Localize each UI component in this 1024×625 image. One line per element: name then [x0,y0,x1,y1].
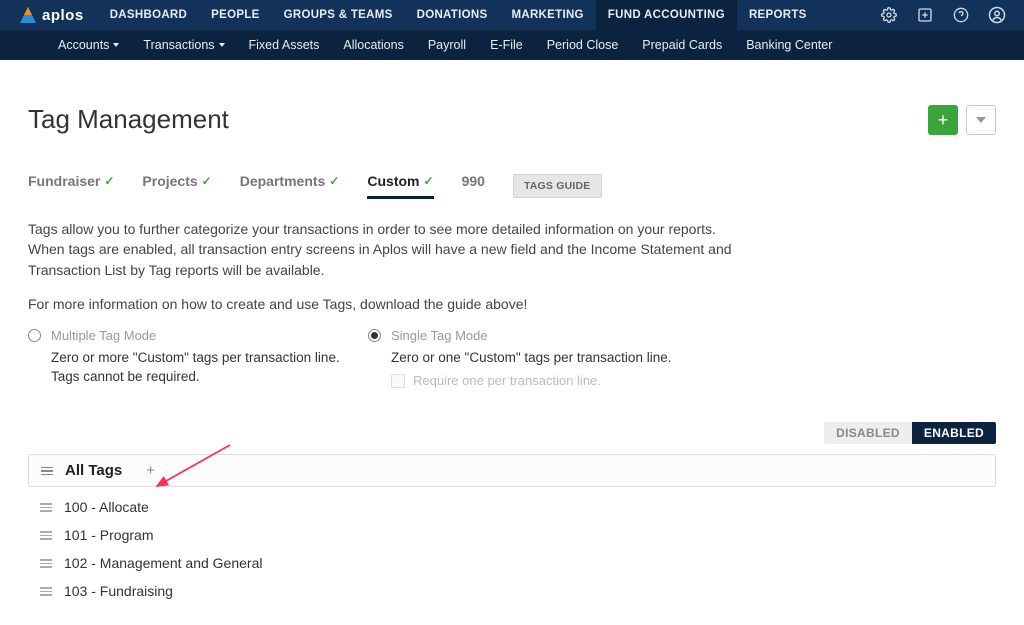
nav-item-reports[interactable]: REPORTS [737,0,819,30]
tab-990[interactable]: 990 [462,173,485,199]
nav-item-fund-accounting[interactable]: FUND ACCOUNTING [596,0,737,30]
check-icon: ✓ [202,174,212,188]
subnav-period-close[interactable]: Period Close [535,38,631,52]
add-button[interactable]: + [928,105,958,135]
subnav-accounts[interactable]: Accounts [46,38,131,52]
subnav-transactions[interactable]: Transactions [131,38,236,52]
subnav-banking-center[interactable]: Banking Center [734,38,844,52]
subnav-fixed-assets[interactable]: Fixed Assets [237,38,332,52]
subnav-efile[interactable]: E-File [478,38,535,52]
description-paragraph-1: Tags allow you to further categorize you… [28,219,748,280]
tag-label: 100 - Allocate [64,499,149,515]
caret-down-icon [976,117,986,123]
nav-item-donations[interactable]: DONATIONS [405,0,500,30]
nav-right [880,6,1012,24]
single-mode-radio[interactable]: Single Tag Mode [368,328,708,343]
caret-down-icon [113,43,119,47]
tag-row[interactable]: 100 - Allocate [40,493,996,521]
tags-guide-button[interactable]: TAGS GUIDE [513,174,602,198]
tag-row[interactable]: 101 - Program [40,521,996,549]
description: Tags allow you to further categorize you… [28,219,748,314]
header-actions: + [928,105,996,135]
subnav-allocations[interactable]: Allocations [331,38,415,52]
drag-handle-icon[interactable] [40,559,52,568]
subnav: Accounts Transactions Fixed Assets Alloc… [0,30,1024,60]
logo-text: aplos [42,7,84,24]
topbar: aplos DASHBOARD PEOPLE GROUPS & TEAMS DO… [0,0,1024,30]
status-disabled-button[interactable]: DISABLED [824,422,912,444]
tag-mode-row: Multiple Tag Mode Zero or more "Custom" … [28,328,996,390]
tag-panel-header: All Tags + [28,454,996,487]
tag-row[interactable]: 103 - Fundraising [40,577,996,605]
page-header: Tag Management + [28,104,996,135]
drag-handle-icon[interactable] [40,503,52,512]
account-icon[interactable] [988,6,1006,24]
radio-icon [28,329,41,342]
single-mode-label: Single Tag Mode [391,328,488,343]
multiple-mode-sub: Zero or more "Custom" tags per transacti… [51,349,368,387]
tag-row[interactable]: 102 - Management and General [40,549,996,577]
drag-handle-icon[interactable] [41,467,53,476]
caret-down-icon [219,43,225,47]
add-tag-button[interactable]: + [146,462,155,479]
help-icon[interactable] [952,6,970,24]
single-mode-sub: Zero or one "Custom" tags per transactio… [391,349,708,390]
tab-fundraiser[interactable]: Fundraiser✓ [28,173,114,199]
checkbox-icon [391,374,405,388]
add-square-icon[interactable] [916,6,934,24]
logo-icon [18,5,38,25]
settings-icon[interactable] [880,6,898,24]
tag-label: 101 - Program [64,527,153,543]
require-row[interactable]: Require one per transaction line. [391,372,708,390]
logo[interactable]: aplos [18,5,84,25]
page: Tag Management + Fundraiser✓ Projects✓ D… [0,60,1024,625]
page-title: Tag Management [28,104,229,135]
single-mode-col: Single Tag Mode Zero or one "Custom" tag… [368,328,708,390]
tag-label: 103 - Fundraising [64,583,173,599]
subnav-payroll[interactable]: Payroll [416,38,478,52]
nav-item-groups[interactable]: GROUPS & TEAMS [272,0,405,30]
check-icon: ✓ [104,174,114,188]
more-actions-button[interactable] [966,105,996,135]
drag-handle-icon[interactable] [40,587,52,596]
tab-custom[interactable]: Custom✓ [367,173,433,199]
tag-panel: All Tags + 100 - Allocate 101 - Program … [28,454,996,605]
tab-departments[interactable]: Departments✓ [240,173,340,199]
multiple-mode-label: Multiple Tag Mode [51,328,156,343]
drag-handle-icon[interactable] [40,531,52,540]
radio-icon-checked [368,329,381,342]
status-toggle: DISABLED ENABLED [28,422,996,444]
tabs: Fundraiser✓ Projects✓ Departments✓ Custo… [28,173,996,199]
description-paragraph-2: For more information on how to create an… [28,294,748,314]
tag-label: 102 - Management and General [64,555,262,571]
check-icon: ✓ [329,174,339,188]
nav-item-people[interactable]: PEOPLE [199,0,271,30]
require-label: Require one per transaction line. [413,372,601,390]
nav-item-marketing[interactable]: MARKETING [499,0,595,30]
check-icon: ✓ [424,174,434,188]
subnav-prepaid-cards[interactable]: Prepaid Cards [630,38,734,52]
tab-projects[interactable]: Projects✓ [142,173,211,199]
panel-title: All Tags [65,462,122,479]
multiple-mode-radio[interactable]: Multiple Tag Mode [28,328,368,343]
multiple-mode-col: Multiple Tag Mode Zero or more "Custom" … [28,328,368,390]
tag-list: 100 - Allocate 101 - Program 102 - Manag… [28,487,996,605]
nav-item-dashboard[interactable]: DASHBOARD [98,0,199,30]
nav-main: DASHBOARD PEOPLE GROUPS & TEAMS DONATION… [98,0,880,30]
status-enabled-button[interactable]: ENABLED [912,422,996,444]
